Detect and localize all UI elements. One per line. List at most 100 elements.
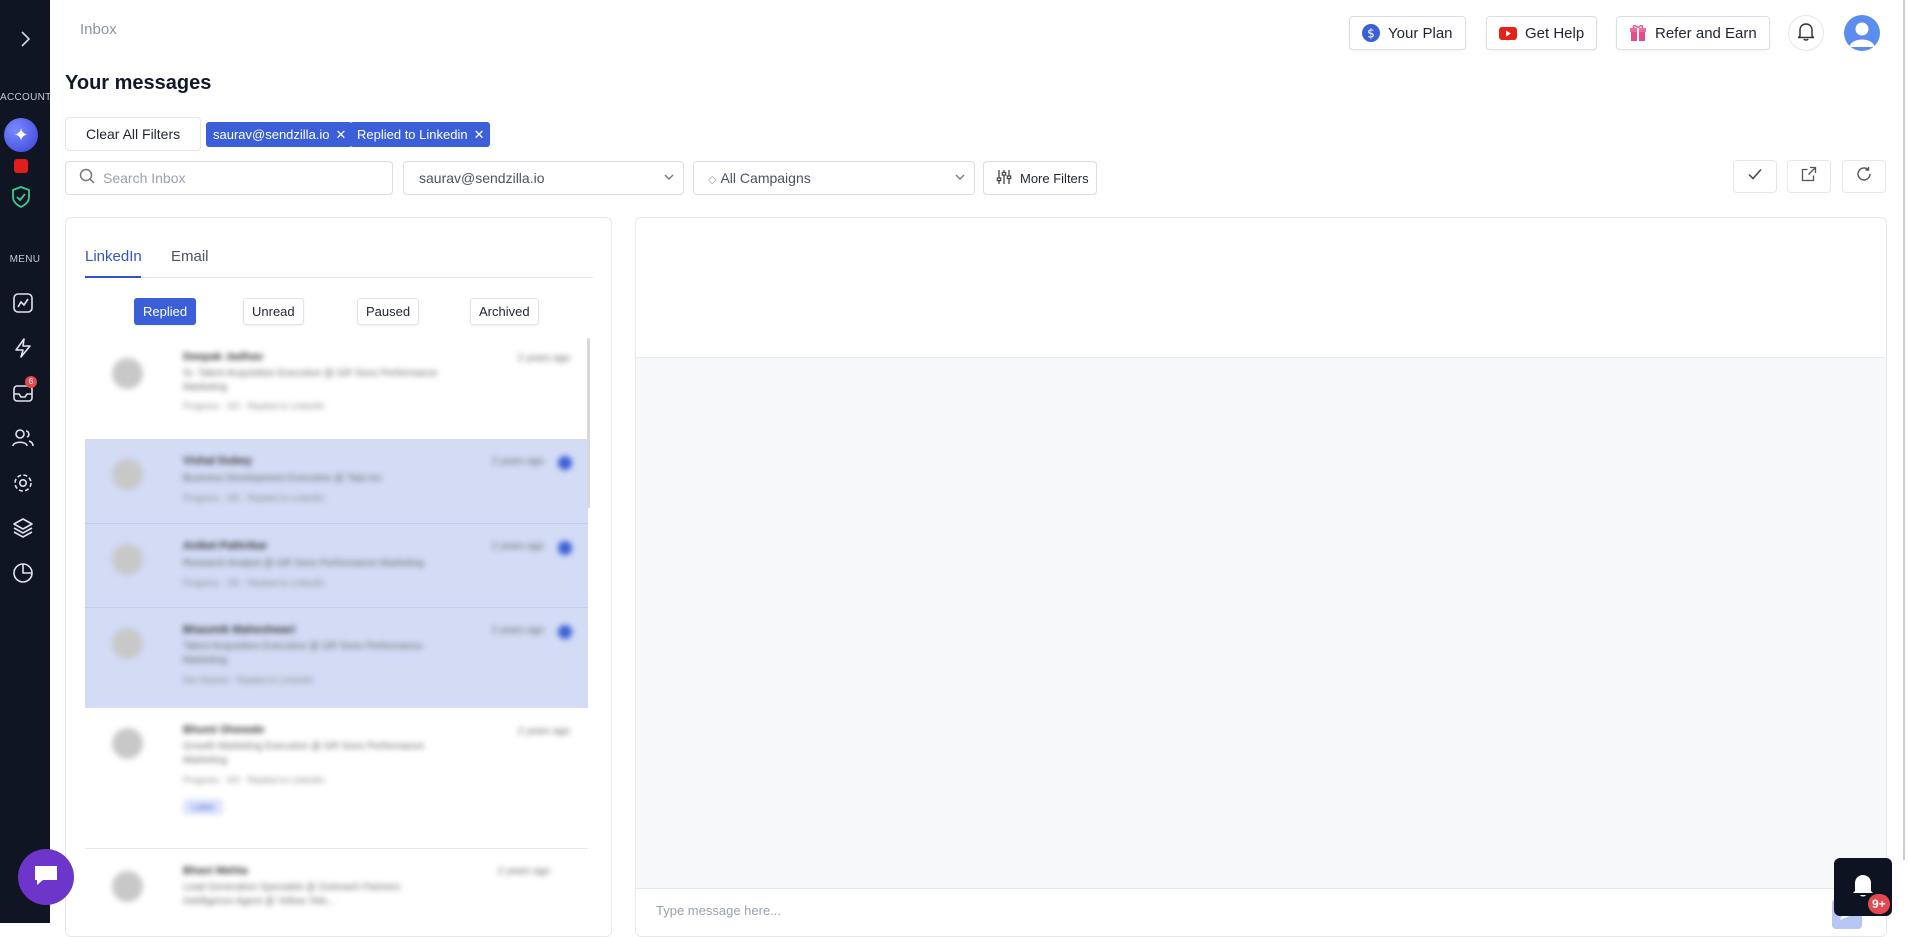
pie-chart-icon[interactable] — [12, 562, 34, 584]
tab-divider — [85, 277, 593, 278]
sidebar: ACCOUNT ✦ MENU 6 — [0, 0, 51, 923]
message-meta: Not Started · Replied to LinkedIn — [183, 675, 314, 685]
avatar — [112, 728, 143, 759]
message-meta: Progress · 3/3 · Replied to LinkedIn — [183, 775, 325, 785]
clear-all-filters-button[interactable]: Clear All Filters — [65, 117, 202, 151]
breadcrumb: Inbox — [80, 21, 117, 38]
contact-name: Bhumi Shewale — [183, 724, 265, 736]
contact-headline: Lead Generation Specialist @ Outreach Pa… — [183, 882, 401, 893]
tab-email[interactable]: Email — [171, 248, 209, 265]
filter-chip-replied: Replied to Linkedin ✕ — [350, 122, 491, 147]
gear-icon[interactable] — [12, 472, 34, 494]
filter-replied-button[interactable]: Replied — [134, 298, 197, 325]
contact-name: Vishal Dubey — [183, 455, 252, 467]
tab-linkedin[interactable]: LinkedIn — [85, 248, 142, 265]
contact-headline: Business Development Executive @ Tata In… — [183, 473, 382, 484]
contact-headline-cont: Marketing — [183, 382, 227, 393]
shield-icon[interactable] — [10, 185, 32, 209]
chart-icon[interactable] — [12, 292, 34, 314]
lightning-icon[interactable] — [12, 337, 34, 359]
message-meta: Progress · 3/5 · Replied to LinkedIn — [183, 493, 325, 503]
diamond-icon: ◇ — [708, 174, 717, 186]
checkmark-icon — [1747, 166, 1763, 187]
status-indicator — [14, 159, 28, 173]
conversation-body — [636, 357, 1886, 888]
more-filters-label: More Filters — [1020, 170, 1089, 186]
close-icon[interactable]: ✕ — [336, 122, 347, 147]
more-filters-button[interactable]: More Filters — [983, 161, 1097, 195]
bell-icon — [1797, 21, 1815, 46]
users-icon[interactable] — [12, 427, 34, 449]
message-time: 2 years ago — [491, 541, 544, 552]
contact-headline-cont: Marketing — [183, 755, 227, 766]
inbox-badge: 6 — [25, 376, 37, 388]
chevron-down-icon — [954, 162, 966, 206]
list-scrollbar[interactable] — [587, 338, 590, 508]
chevron-down-icon — [663, 162, 675, 206]
workspace-avatar[interactable]: ✦ — [4, 118, 38, 152]
youtube-icon — [1499, 26, 1517, 40]
layers-icon[interactable] — [12, 517, 34, 539]
contact-name: Aniket Pathrikar — [183, 540, 268, 552]
compose-bar — [636, 888, 1886, 936]
message-input[interactable] — [656, 903, 1756, 918]
message-time: 2 years ago — [517, 726, 570, 737]
list-item[interactable]: Bhumi Shewale Growth Marketing Executive… — [85, 708, 588, 849]
filter-chip-label: saurav@sendzilla.io — [213, 127, 330, 142]
list-item[interactable]: Aniket Pathrikar Research Analyst @ GR S… — [85, 523, 588, 607]
refresh-button[interactable] — [1842, 160, 1886, 193]
export-icon — [1801, 166, 1817, 187]
search-input[interactable] — [103, 170, 373, 186]
contact-headline-cont: Marketing — [183, 655, 227, 666]
gift-icon — [1629, 24, 1647, 42]
chat-support-button[interactable] — [18, 849, 74, 905]
contact-name: Deepak Jadhav — [183, 351, 264, 363]
campaign-select-value: All Campaigns — [720, 170, 811, 186]
campaign-select[interactable]: ◇ All Campaigns — [693, 161, 975, 195]
export-button[interactable] — [1787, 160, 1831, 193]
menu-label: MENU — [9, 254, 41, 265]
your-plan-button[interactable]: $ Your Plan — [1349, 16, 1466, 50]
chat-icon — [33, 863, 59, 892]
list-item[interactable]: Deepak Jadhav Sr. Talent Acquisition Exe… — [85, 338, 588, 439]
message-tag: Label — [183, 799, 224, 815]
user-avatar[interactable] — [1844, 15, 1880, 51]
refresh-icon — [1856, 166, 1872, 187]
unread-dot — [558, 456, 572, 470]
list-item[interactable]: Vishal Dubey Business Development Execut… — [85, 439, 588, 523]
message-list-panel: LinkedIn Email Replied Unread Paused Arc… — [65, 217, 612, 937]
message-time: 2 years ago — [497, 866, 550, 877]
avatar — [112, 628, 143, 659]
active-tab-indicator — [85, 276, 141, 278]
refer-and-earn-button[interactable]: Refer and Earn — [1616, 16, 1770, 50]
list-item[interactable]: Bhaumik Maheshwari Talent Acquisition Ex… — [85, 607, 588, 708]
contact-name: Bhaumik Maheshwari — [183, 624, 296, 636]
chevron-right-icon[interactable] — [17, 29, 33, 49]
contact-name: Bhavi Mehta — [183, 865, 248, 877]
mark-done-button[interactable] — [1733, 160, 1777, 193]
message-time: 2 years ago — [491, 625, 544, 636]
contact-headline: Growth Marketing Executive @ GR Sons Per… — [183, 741, 425, 752]
page-scrollbar[interactable] — [1903, 0, 1905, 860]
list-item[interactable]: Bhavi Mehta Lead Generation Specialist @… — [85, 849, 588, 936]
dollar-icon: $ — [1362, 24, 1380, 42]
get-help-label: Get Help — [1525, 24, 1585, 42]
close-icon[interactable]: ✕ — [474, 122, 485, 147]
account-select[interactable]: saurav@sendzilla.io — [403, 161, 684, 195]
svg-text:$: $ — [1367, 27, 1375, 41]
message-time: 2 years ago — [517, 353, 570, 364]
page-title: Your messages — [65, 72, 212, 94]
filter-archived-button[interactable]: Archived — [470, 298, 539, 325]
avatar — [112, 358, 143, 389]
sliders-icon — [996, 169, 1012, 188]
avatar — [112, 459, 143, 490]
get-help-button[interactable]: Get Help — [1486, 16, 1598, 50]
notifications-button[interactable] — [1788, 15, 1824, 51]
filter-paused-button[interactable]: Paused — [357, 298, 420, 325]
message-meta: Progress · 2/5 · Replied to LinkedIn — [183, 578, 325, 588]
avatar — [112, 544, 143, 575]
filter-chip-account: saurav@sendzilla.io ✕ — [206, 122, 353, 147]
notification-badge: 9+ — [1868, 894, 1890, 914]
filter-unread-button[interactable]: Unread — [243, 298, 304, 325]
account-select-value: saurav@sendzilla.io — [419, 170, 545, 186]
